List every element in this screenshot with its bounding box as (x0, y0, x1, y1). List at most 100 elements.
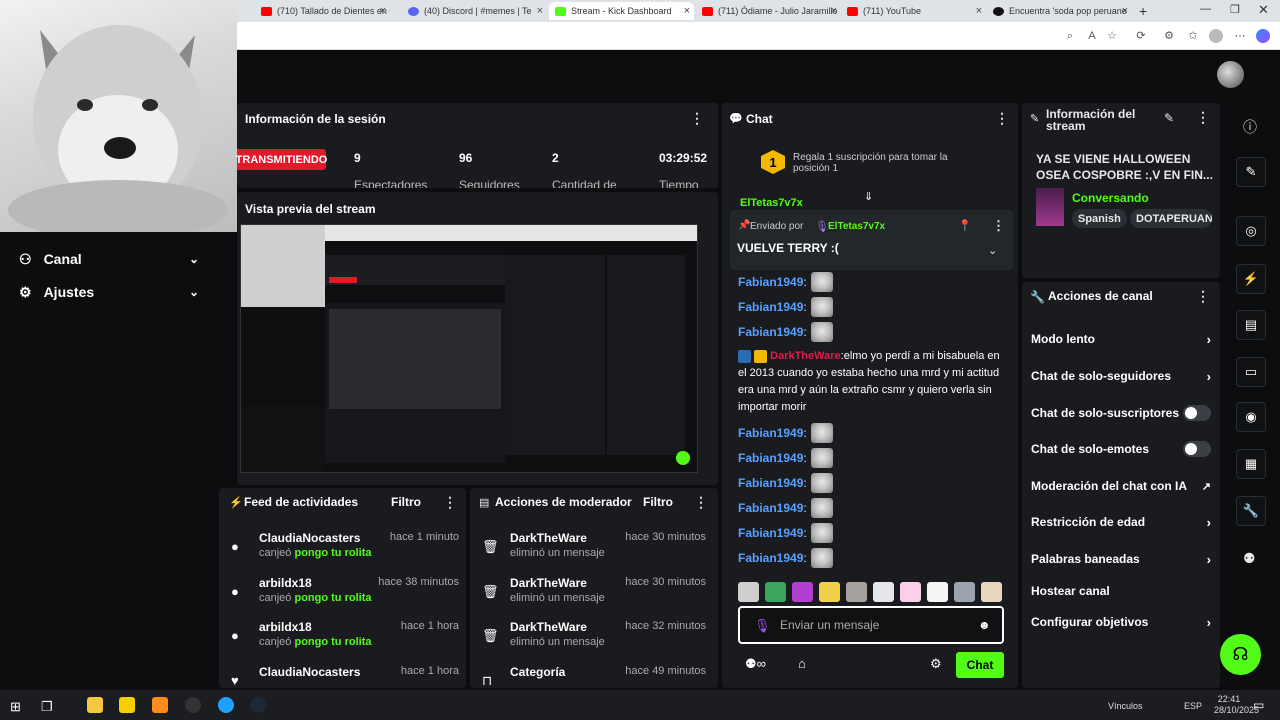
close-icon[interactable]: × (537, 5, 543, 17)
scroll-down-icon[interactable]: ⇓ (864, 190, 873, 203)
gift-banner[interactable]: Regala 1 suscripción para tomar la posic… (793, 152, 973, 174)
avatar[interactable] (1217, 61, 1244, 88)
action-ai-moderation[interactable]: Moderación del chat con IA ↗ (1031, 476, 1211, 496)
language-indicator[interactable]: ESP (1184, 701, 1202, 711)
activity-filter[interactable]: Filtro (391, 495, 421, 509)
modactions-filter[interactable]: Filtro (643, 495, 673, 509)
app-icon[interactable] (119, 697, 135, 713)
channel-points-rail-icon[interactable]: ⚉ (1243, 550, 1256, 567)
close-icon[interactable]: × (831, 5, 837, 17)
lightning-rail-icon[interactable]: ⚡ (1236, 264, 1266, 294)
cat-emote-icon[interactable] (738, 582, 759, 602)
wrench-rail-icon[interactable]: 🔧 (1236, 496, 1266, 526)
info-icon[interactable]: ⓘ (1243, 117, 1257, 137)
obs-icon[interactable] (185, 697, 201, 713)
kebab-menu-icon[interactable]: ⋮ (995, 110, 1009, 127)
browser-tab[interactable]: (40) Discord | #memes | Te × (402, 2, 547, 20)
tray-label[interactable]: Vínculos (1108, 701, 1143, 711)
close-icon[interactable]: × (380, 5, 386, 17)
browser-tab-active[interactable]: Stream - Kick Dashboard × (549, 2, 694, 20)
profile-icon[interactable] (1209, 29, 1223, 43)
sidebar-item-ajustes[interactable]: ⚙ Ajustes ⌄ (19, 281, 204, 303)
ghost-emote-icon[interactable] (900, 582, 921, 602)
hat-emote-icon[interactable] (873, 582, 894, 602)
banana-emote-icon[interactable] (819, 582, 840, 602)
close-icon[interactable]: × (1122, 5, 1128, 17)
camera-rail-icon[interactable]: ◎ (1236, 216, 1266, 246)
sidebar-item-canal[interactable]: ⚇ Canal ⌄ (19, 248, 204, 270)
clock[interactable]: 22:41 28/10/2025 (1214, 694, 1259, 716)
cat-face-emote-icon[interactable] (954, 582, 975, 602)
edit-rail-icon[interactable]: ✎ (1236, 157, 1266, 187)
tag-chip[interactable]: Spanish (1072, 209, 1127, 228)
browser-tab[interactable]: Encuentra 'soda pop peruano × (987, 2, 1132, 20)
app-icon[interactable] (152, 697, 168, 713)
browser-tab[interactable]: (711) YouTube × (841, 2, 986, 20)
tag-chip[interactable]: DOTAPERUANO (1130, 209, 1212, 228)
task-view-icon[interactable]: ❐ (41, 699, 53, 715)
cat-emote-icon[interactable] (981, 582, 1002, 602)
edit-icon[interactable]: ✎ (1164, 111, 1174, 125)
chevron-down-icon[interactable]: ⌄ (988, 244, 997, 257)
gear-icon[interactable]: ⚙ (930, 656, 942, 672)
maximize-icon[interactable]: ❐ (1230, 3, 1240, 16)
browser-tab[interactable]: (710) Tallado de Dientes en C × (255, 2, 390, 20)
document-rail-icon[interactable]: ▤ (1236, 310, 1266, 340)
text-emote-icon[interactable] (792, 582, 813, 602)
favorite-icon[interactable]: ☆ (1105, 29, 1119, 43)
minimize-icon[interactable]: — (1200, 3, 1211, 15)
kebab-menu-icon[interactable]: ⋮ (694, 494, 708, 511)
chat-rail-icon[interactable]: ▭ (1236, 357, 1266, 387)
support-headset-icon[interactable]: ☊ (1220, 634, 1261, 675)
action-banned-words[interactable]: Palabras baneadas › (1031, 549, 1211, 569)
channel-points-icon[interactable]: ⚉∞ (745, 656, 766, 672)
pepe-emote-icon[interactable] (765, 582, 786, 602)
read-aloud-icon[interactable]: A (1085, 29, 1099, 43)
chevron-down-icon: ⌄ (188, 285, 199, 299)
action-slow-mode[interactable]: Modo lento › (1031, 329, 1211, 349)
favorites-icon[interactable]: ✩ (1186, 29, 1200, 43)
steam-icon[interactable] (250, 697, 266, 713)
close-icon[interactable]: × (976, 5, 982, 17)
broadcast-rail-icon[interactable]: ◉ (1236, 402, 1266, 432)
chevron-right-icon: › (1206, 614, 1211, 630)
kebab-menu-icon[interactable]: ⋮ (690, 110, 704, 127)
layout-rail-icon[interactable]: ▦ (1236, 449, 1266, 479)
dog-emote-icon[interactable] (846, 582, 867, 602)
browser-tab[interactable]: (711) Ódiame - Julio Jaramillo × (696, 2, 841, 20)
emoji-icon[interactable]: ☻ (978, 618, 991, 632)
store-icon[interactable]: ⌂ (798, 656, 806, 671)
send-chat-button[interactable]: Chat (956, 652, 1004, 678)
file-explorer-icon[interactable] (87, 697, 103, 713)
category-thumbnail[interactable] (1036, 188, 1064, 226)
more-icon[interactable]: ⋯ (1233, 29, 1247, 43)
close-window-icon[interactable]: ✕ (1258, 2, 1269, 18)
kebab-menu-icon[interactable]: ⋮ (1196, 109, 1210, 126)
refresh-icon[interactable]: ⟳ (1134, 29, 1148, 43)
chat-input[interactable]: 🎙 Enviar un mensaje ☻ (738, 606, 1004, 644)
kebab-menu-icon[interactable]: ⋮ (1196, 288, 1210, 305)
goat-emote-icon[interactable] (927, 582, 948, 602)
edge-icon[interactable] (218, 697, 234, 713)
kebab-menu-icon[interactable]: ⋮ (443, 494, 457, 511)
modaction-item: 🗑 DarkTheWare eliminó un mensaje hace 30… (482, 531, 706, 559)
stream-preview[interactable] (240, 224, 698, 473)
new-tab-icon[interactable]: + (1139, 3, 1147, 19)
discord-icon (408, 6, 419, 16)
zoom-icon[interactable]: ⌕ (1063, 29, 1077, 43)
subs-only-toggle[interactable] (1183, 405, 1211, 421)
emotes-only-toggle[interactable] (1183, 441, 1211, 457)
pinned-by-user[interactable]: ElTetas7v7x (828, 221, 885, 232)
action-age-restriction[interactable]: Restricción de edad › (1031, 512, 1211, 532)
pin-toggle-icon[interactable]: 📍 (958, 219, 972, 232)
action-goals[interactable]: Configurar objetivos › (1031, 612, 1211, 632)
action-followers-only[interactable]: Chat de solo-seguidores › (1031, 366, 1211, 386)
windows-start-icon[interactable]: ⊞ (10, 699, 21, 715)
kebab-menu-icon[interactable]: ⋮ (992, 218, 1005, 234)
action-host-channel[interactable]: Hostear canal (1031, 581, 1211, 601)
notification-icon[interactable]: ▭ (1253, 698, 1264, 712)
copilot-icon[interactable] (1256, 29, 1270, 43)
close-icon[interactable]: × (684, 5, 690, 17)
category-name[interactable]: Conversando (1072, 191, 1149, 205)
extensions-icon[interactable]: ⚙ (1162, 29, 1176, 43)
